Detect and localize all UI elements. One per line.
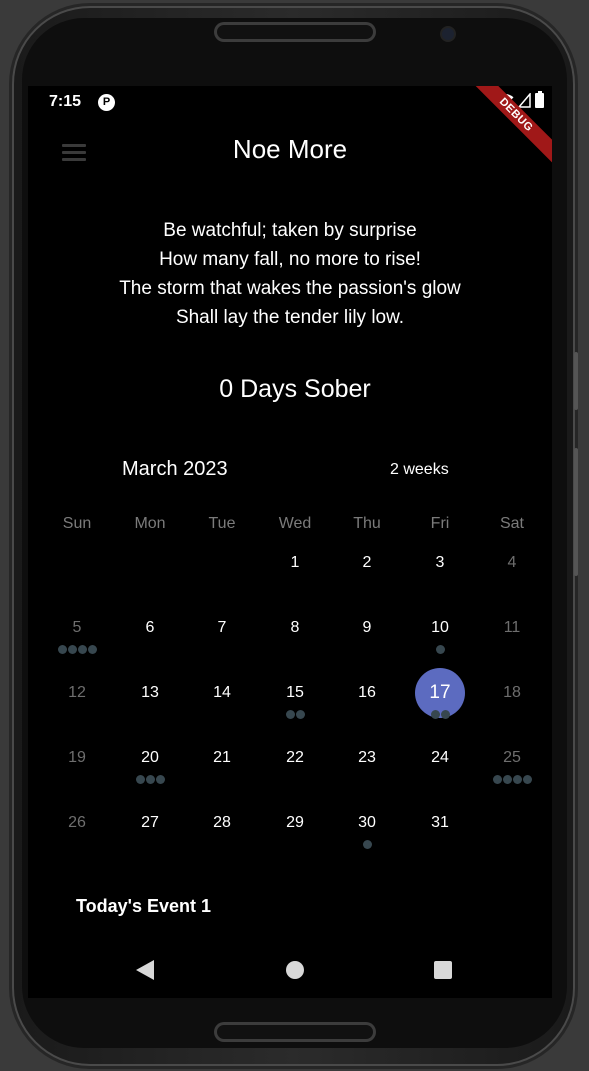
- poem-quote: Be watchful; taken by surprise How many …: [28, 216, 552, 332]
- volume-button: [574, 448, 578, 576]
- event-markers: [487, 775, 537, 784]
- app-title: Noe More: [232, 134, 348, 164]
- event-marker-dot: [430, 710, 440, 719]
- app-bar: Noe More: [28, 118, 552, 182]
- calendar-day[interactable]: 27: [125, 798, 175, 848]
- event-markers: [415, 645, 465, 654]
- event-marker-dot: [502, 775, 512, 784]
- poem-line: Be watchful; taken by surprise: [163, 220, 417, 241]
- weekday-header-thu: Thu: [353, 515, 381, 532]
- calendar-day[interactable]: 26: [52, 798, 102, 848]
- event-marker-dot: [522, 775, 532, 784]
- calendar-day[interactable]: 29: [270, 798, 320, 848]
- event-marker-dot: [57, 645, 67, 654]
- event-marker-dot: [440, 710, 450, 719]
- calendar-day[interactable]: 2: [342, 538, 392, 588]
- system-nav-bar: [28, 938, 552, 998]
- weekday-header-sun: Sun: [62, 515, 92, 532]
- calendar-day[interactable]: 11: [487, 603, 537, 653]
- event-marker-dot: [492, 775, 502, 784]
- calendar-day[interactable]: 4: [487, 538, 537, 588]
- event-marker-dot: [362, 840, 372, 849]
- app-screen: 7:15 P DEBUG Noe More Be watchful; taken…: [28, 86, 552, 998]
- event-marker-dot: [295, 710, 305, 719]
- event-markers: [270, 710, 320, 719]
- event-marker-dot: [285, 710, 295, 719]
- signal-icon: [518, 93, 531, 108]
- calendar-day[interactable]: 1: [270, 538, 320, 588]
- battery-icon: [535, 91, 544, 108]
- event-list-item[interactable]: Today's Event 1: [76, 896, 211, 917]
- poem-line: The storm that wakes the passion's glow: [119, 278, 461, 299]
- power-button: [574, 352, 578, 410]
- weekday-header-sat: Sat: [499, 515, 524, 532]
- front-camera: [442, 28, 454, 40]
- calendar-day[interactable]: 31: [415, 798, 465, 848]
- recents-icon[interactable]: [434, 961, 452, 979]
- calendar-day[interactable]: 9: [342, 603, 392, 653]
- notification-app-icon: P: [98, 94, 115, 111]
- calendar-day[interactable]: 21: [197, 733, 247, 783]
- event-markers: [125, 775, 175, 784]
- calendar-day[interactable]: 13: [125, 668, 175, 718]
- weekday-header-mon: Mon: [134, 515, 166, 532]
- days-sober-counter: 0 Days Sober: [219, 375, 371, 403]
- event-marker-dot: [77, 645, 87, 654]
- event-marker-dot: [435, 645, 445, 654]
- calendar-header: March 2023 2 weeks: [28, 458, 552, 488]
- event-marker-dot: [155, 775, 165, 784]
- calendar-day[interactable]: 16: [342, 668, 392, 718]
- calendar-day[interactable]: 24: [415, 733, 465, 783]
- event-markers: [52, 645, 102, 654]
- back-icon[interactable]: [136, 960, 154, 980]
- calendar-day[interactable]: 6: [125, 603, 175, 653]
- calendar-day[interactable]: 3: [415, 538, 465, 588]
- home-icon[interactable]: [286, 961, 304, 979]
- bottom-speaker: [214, 1022, 376, 1042]
- poem-line: Shall lay the tender lily low.: [175, 307, 405, 328]
- status-bar: 7:15 P: [28, 86, 552, 118]
- calendar-day[interactable]: 14: [197, 668, 247, 718]
- weekday-header-wed: Wed: [278, 515, 312, 532]
- status-time: 7:15: [49, 93, 82, 110]
- event-markers: [342, 840, 392, 849]
- event-marker-dot: [145, 775, 155, 784]
- weekday-header-tue: Tue: [208, 515, 236, 532]
- event-marker-dot: [512, 775, 522, 784]
- calendar-day[interactable]: 22: [270, 733, 320, 783]
- event-markers: [415, 710, 465, 719]
- event-marker-dot: [87, 645, 97, 654]
- calendar-day[interactable]: 7: [197, 603, 247, 653]
- calendar-day[interactable]: 8: [270, 603, 320, 653]
- top-speaker: [214, 22, 376, 42]
- calendar-day[interactable]: 19: [52, 733, 102, 783]
- calendar-day[interactable]: 28: [197, 798, 247, 848]
- event-marker-dot: [67, 645, 77, 654]
- event-marker-dot: [135, 775, 145, 784]
- poem-line: How many fall, no more to rise!: [159, 249, 421, 270]
- calendar-format-button[interactable]: 2 weeks: [390, 461, 449, 479]
- weekday-header-fri: Fri: [430, 515, 450, 532]
- calendar-day[interactable]: 18: [487, 668, 537, 718]
- calendar-day[interactable]: 12: [52, 668, 102, 718]
- calendar-month-title: March 2023: [122, 458, 228, 480]
- calendar-day[interactable]: 23: [342, 733, 392, 783]
